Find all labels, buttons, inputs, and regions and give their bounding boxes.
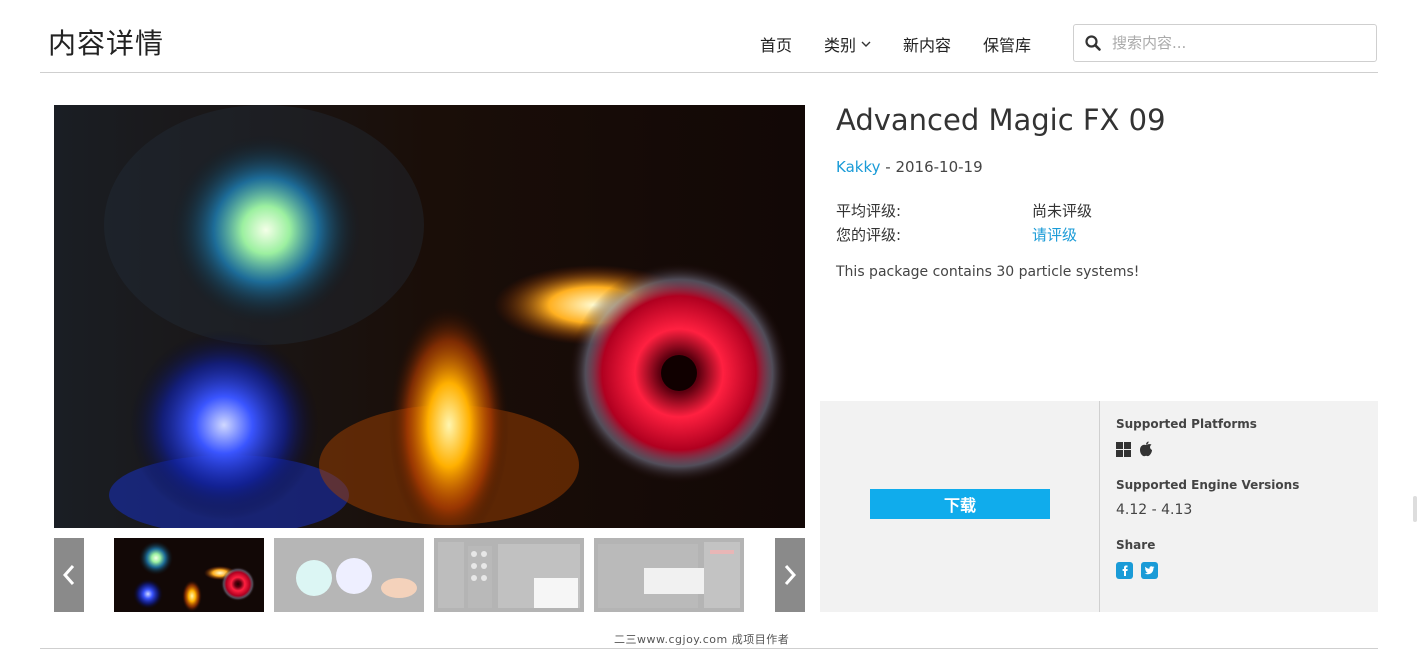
thumbnail-2[interactable] [274, 538, 424, 612]
nav-item-categories[interactable]: 类别 [824, 32, 871, 56]
ratings-block: 平均评级: 尚未评级 您的评级: 请评级 [836, 198, 1092, 246]
panel-divider [1099, 401, 1100, 612]
author-link[interactable]: Kakky [836, 158, 880, 176]
apple-icon [1139, 441, 1153, 460]
chevron-left-icon [62, 565, 75, 585]
thumbnail-image [434, 538, 584, 612]
thumbnail-strip [54, 538, 805, 612]
thumbnail-1[interactable] [114, 538, 264, 612]
nav-item-label: 新内容 [903, 36, 952, 55]
rate-link[interactable]: 请评级 [1032, 224, 1077, 245]
share-icons [1116, 562, 1299, 582]
thumbnail-image [594, 538, 744, 612]
thumbnail-4[interactable] [594, 538, 744, 612]
download-panel: 下载 Supported Platforms Supported Engine … [820, 401, 1378, 612]
your-rating-row: 您的评级: 请评级 [836, 222, 1092, 246]
engine-versions-value: 4.12 - 4.13 [1116, 502, 1193, 518]
thumbnail-3[interactable] [434, 538, 584, 612]
main-nav: 首页 类别 新内容 保管库 [760, 32, 1063, 56]
magic-fx-preview-art [54, 105, 805, 528]
asset-meta: Kakky - 2016-10-19 [836, 158, 983, 176]
chevron-right-icon [784, 565, 797, 585]
asset-specs: Supported Platforms Supported Engine Ver… [1116, 417, 1299, 600]
meta-separator: - [880, 158, 896, 176]
search-box [1073, 24, 1377, 62]
nav-item-label: 首页 [760, 36, 793, 55]
search-icon[interactable] [1084, 34, 1102, 52]
windows-icon [1116, 441, 1131, 460]
nav-item-new-content[interactable]: 新内容 [903, 32, 951, 56]
search-input[interactable] [1112, 34, 1362, 52]
next-arrow-button[interactable] [775, 538, 805, 612]
thumbnail-image [274, 538, 424, 612]
watermark-text: 二三www.cgjoy.com 成项目作者 [614, 633, 790, 646]
nav-item-vault[interactable]: 保管库 [983, 32, 1031, 56]
page-title: 内容详情 [48, 27, 165, 60]
nav-item-label: 保管库 [983, 36, 1032, 55]
twitter-icon[interactable] [1141, 562, 1158, 582]
site-header: 内容详情 首页 类别 新内容 保管库 [40, 0, 1378, 73]
average-rating-row: 平均评级: 尚未评级 [836, 198, 1092, 222]
platforms-label: Supported Platforms [1116, 417, 1257, 431]
share-label: Share [1116, 538, 1156, 552]
chevron-down-icon [861, 38, 871, 51]
platform-icons [1116, 441, 1299, 460]
download-button[interactable]: 下载 [870, 489, 1050, 519]
average-rating-label: 平均评级: [836, 201, 902, 220]
thumbnail-image [114, 538, 264, 612]
prev-arrow-button[interactable] [54, 538, 84, 612]
facebook-icon[interactable] [1116, 562, 1133, 582]
your-rating-label: 您的评级: [836, 225, 902, 244]
page-edge-handle [1413, 496, 1417, 522]
nav-item-label: 类别 [824, 36, 857, 55]
release-date: 2016-10-19 [895, 158, 983, 176]
asset-title: Advanced Magic FX 09 [836, 103, 1166, 137]
nav-item-home[interactable]: 首页 [760, 32, 792, 56]
average-rating-value: 尚未评级 [1032, 201, 1093, 220]
asset-description: This package contains 30 particle system… [836, 264, 1140, 280]
main-preview-image[interactable] [54, 105, 805, 528]
engine-versions-label: Supported Engine Versions [1116, 478, 1300, 492]
